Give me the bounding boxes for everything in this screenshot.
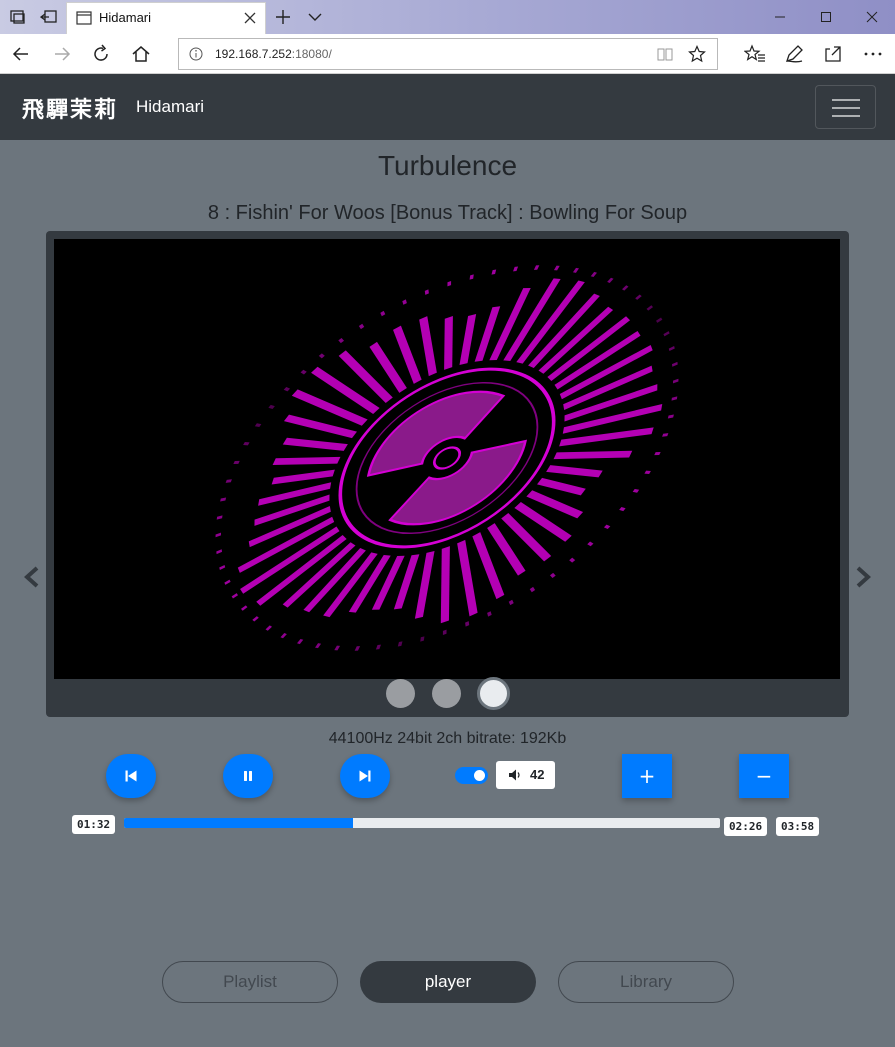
maximize-icon xyxy=(821,12,831,22)
more-icon[interactable] xyxy=(862,43,884,65)
close-icon[interactable] xyxy=(243,11,257,25)
carousel-indicator-2[interactable] xyxy=(432,679,461,708)
skip-forward-icon xyxy=(359,770,371,782)
track-title: 8 : Fishin' For Woos [Bonus Track] : Bow… xyxy=(207,202,688,224)
star-icon[interactable] xyxy=(688,45,706,63)
volume-toggle-switch[interactable] xyxy=(455,767,488,784)
tab-manager-icon[interactable] xyxy=(9,8,27,26)
url-text: 192.168.7.252:18080/ xyxy=(215,47,332,61)
brand-name[interactable]: Hidamari xyxy=(136,97,204,117)
speaker-icon xyxy=(509,769,520,781)
volume-up-button[interactable]: + xyxy=(622,754,672,798)
previous-track-button[interactable] xyxy=(106,754,156,798)
carousel-indicator-3[interactable] xyxy=(477,677,510,710)
page-icon xyxy=(76,11,92,25)
reading-view-icon[interactable] xyxy=(657,47,673,61)
skip-back-icon xyxy=(125,770,137,782)
volume-display: 42 xyxy=(496,761,555,789)
minimize-button[interactable] xyxy=(757,0,803,34)
pause-icon xyxy=(244,771,252,781)
audio-visualizer xyxy=(54,239,840,679)
tab-title: Hidamari xyxy=(99,10,152,25)
time-remaining: 02:26 xyxy=(724,817,768,836)
home-icon[interactable] xyxy=(130,43,152,65)
set-aside-tabs-icon[interactable] xyxy=(40,8,58,26)
navbar-toggler-button[interactable] xyxy=(815,85,876,129)
tab-library[interactable]: Library xyxy=(558,961,734,1003)
pause-button[interactable] xyxy=(223,754,273,798)
album-title: Turbulence xyxy=(377,150,518,181)
window-close-button[interactable] xyxy=(849,0,895,34)
hamburger-icon xyxy=(832,99,860,101)
carousel-next-icon[interactable] xyxy=(853,565,873,589)
app-navbar: 飛驒茉莉 Hidamari xyxy=(0,74,895,140)
volume-value: 42 xyxy=(530,767,545,782)
carousel-indicator-1[interactable] xyxy=(386,679,415,708)
audio-info: 44100Hz 24bit 2ch bitrate: 192Kb xyxy=(328,730,567,747)
minimize-icon xyxy=(775,16,785,18)
visualizer-carousel[interactable] xyxy=(46,231,849,717)
address-toolbar: 192.168.7.252:18080/ xyxy=(0,34,895,74)
favorites-icon[interactable] xyxy=(744,43,766,65)
visualizer-graphic xyxy=(215,265,679,651)
browser-tab-bar: Hidamari xyxy=(0,0,895,34)
brand-logo-text[interactable]: 飛驒茉莉 xyxy=(22,92,118,124)
url-port: :18080/ xyxy=(291,47,332,61)
tab-player[interactable]: player xyxy=(360,961,536,1003)
info-icon[interactable] xyxy=(189,47,203,61)
window-close-icon xyxy=(866,11,878,23)
time-total: 03:58 xyxy=(776,817,820,836)
hamburger-icon-bar xyxy=(832,107,860,109)
plus-icon[interactable] xyxy=(274,8,292,26)
minus-label: − xyxy=(755,764,773,788)
pen-icon[interactable] xyxy=(783,43,805,65)
tab-playlist[interactable]: Playlist xyxy=(162,961,338,1003)
maximize-button[interactable] xyxy=(803,0,849,34)
back-icon[interactable] xyxy=(10,43,32,65)
progress-fill xyxy=(124,818,354,828)
refresh-icon[interactable] xyxy=(90,43,112,65)
plus-label: + xyxy=(638,764,656,788)
time-elapsed: 01:32 xyxy=(72,815,116,834)
forward-icon[interactable] xyxy=(51,43,73,65)
volume-down-button[interactable]: − xyxy=(739,754,789,798)
next-track-button[interactable] xyxy=(340,754,390,798)
share-icon[interactable] xyxy=(822,43,844,65)
address-bar[interactable]: 192.168.7.252:18080/ xyxy=(178,38,718,70)
chevron-down-icon[interactable] xyxy=(306,8,324,26)
browser-tab[interactable]: Hidamari xyxy=(66,2,266,34)
carousel-prev-icon[interactable] xyxy=(22,565,42,589)
seek-progress-bar[interactable] xyxy=(124,818,720,828)
url-host: 192.168.7.252 xyxy=(215,47,292,61)
hamburger-icon-bar xyxy=(832,115,860,117)
